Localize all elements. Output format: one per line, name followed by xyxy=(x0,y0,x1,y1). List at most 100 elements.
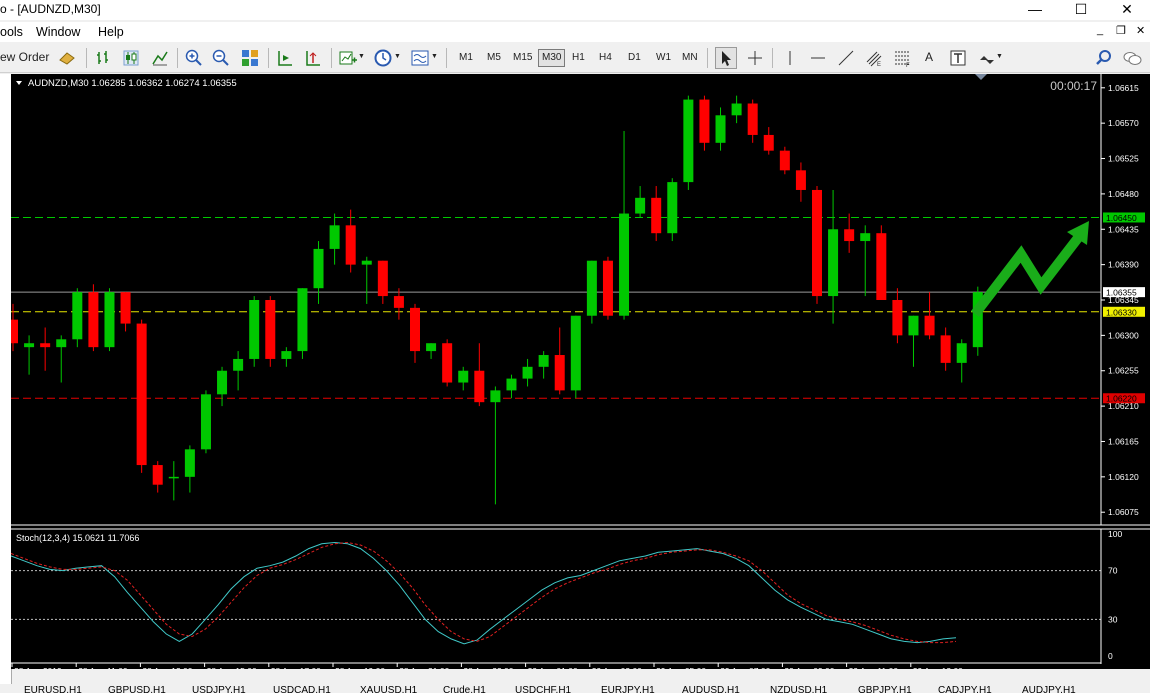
arrows-icon[interactable] xyxy=(976,48,996,68)
time-label: 28 Aug 17:00 xyxy=(271,666,321,669)
tab-eurjpy[interactable]: EURJPY,H1 xyxy=(601,685,655,693)
menu-help[interactable]: Help xyxy=(98,25,124,39)
line-chart-icon[interactable] xyxy=(150,48,170,68)
price-marker-label: 1.06450 xyxy=(1106,213,1137,223)
zoom-in-icon[interactable] xyxy=(184,48,204,68)
templates-dropdown-icon[interactable]: ▼ xyxy=(431,47,438,67)
chart-window[interactable]: 1.06615 1.06570 1.06525 1.06480 1.06435 1.063… xyxy=(8,74,1150,676)
timeframe-m15[interactable]: M15 xyxy=(510,50,535,66)
bull-candle xyxy=(361,260,372,265)
time-label: 28 Aug 19:00 xyxy=(335,666,385,669)
tab-crude[interactable]: Crude,H1 xyxy=(443,685,486,693)
text-tool-icon[interactable]: A xyxy=(922,47,936,67)
time-label: 29 Aug 13:00 xyxy=(913,666,963,669)
bull-candle xyxy=(56,339,67,348)
price-label: 1.06255 xyxy=(1108,366,1139,376)
timeframe-w1[interactable]: W1 xyxy=(653,50,674,66)
svg-text:E: E xyxy=(877,62,881,68)
timeframe-m5[interactable]: M5 xyxy=(484,50,504,66)
bull-candle xyxy=(828,229,839,297)
bull-candle xyxy=(667,182,678,234)
bar-chart-icon[interactable] xyxy=(94,48,114,68)
indicators-icon[interactable] xyxy=(338,48,358,68)
tab-cadjpy[interactable]: CADJPY,H1 xyxy=(938,685,992,693)
tile-windows-icon[interactable] xyxy=(240,48,260,68)
bull-candle xyxy=(249,300,260,359)
bull-candle xyxy=(956,343,967,363)
bear-candle xyxy=(763,134,774,151)
tab-eurusd[interactable]: EURUSD,H1 xyxy=(24,685,82,693)
new-order-button[interactable]: ew Order xyxy=(0,47,49,67)
menu-tools[interactable]: ools xyxy=(0,25,23,39)
bull-candle xyxy=(635,197,646,214)
search-icon[interactable] xyxy=(1094,48,1114,68)
bull-candle xyxy=(72,292,83,340)
autotrading-icon[interactable] xyxy=(57,48,77,68)
tab-nzdusd[interactable]: NZDUSD,H1 xyxy=(770,685,827,693)
bull-candle xyxy=(538,355,549,367)
auto-scroll-icon[interactable] xyxy=(275,48,295,68)
time-label: 29 Aug 01:00 xyxy=(528,666,578,669)
timeframe-h1[interactable]: H1 xyxy=(569,50,588,66)
price-label: 1.06300 xyxy=(1108,330,1139,340)
close-button[interactable]: ✕ xyxy=(1104,0,1150,20)
cursor-icon[interactable] xyxy=(715,47,737,69)
bull-candle xyxy=(426,343,437,352)
vertical-line-icon[interactable] xyxy=(780,48,800,68)
zoom-out-icon[interactable] xyxy=(211,48,231,68)
tab-xauusd[interactable]: XAUUSD,H1 xyxy=(360,685,417,693)
fibonacci-icon[interactable]: F xyxy=(892,48,912,68)
bear-candle xyxy=(40,343,51,348)
timeframe-mn[interactable]: MN xyxy=(679,50,701,66)
price-label: 1.06165 xyxy=(1108,436,1139,446)
bear-candle xyxy=(651,197,662,234)
horizontal-line-icon[interactable] xyxy=(808,48,828,68)
periods-dropdown-icon[interactable]: ▼ xyxy=(394,47,401,67)
bear-candle xyxy=(8,319,18,344)
tab-audusd[interactable]: AUDUSD,H1 xyxy=(682,685,740,693)
bull-candle xyxy=(217,370,228,395)
trendline-icon[interactable] xyxy=(836,48,856,68)
timeframe-m1[interactable]: M1 xyxy=(456,50,476,66)
crosshair-icon[interactable] xyxy=(745,48,765,68)
timeframe-m30[interactable]: M30 xyxy=(538,49,566,67)
chart-shift-icon[interactable] xyxy=(303,48,323,68)
mdi-minimize-icon[interactable]: _ xyxy=(1097,24,1103,36)
periods-clock-icon[interactable] xyxy=(373,48,393,68)
tab-usdcad[interactable]: USDCAD,H1 xyxy=(273,685,331,693)
candlestick-icon[interactable] xyxy=(121,48,141,68)
bull-candle xyxy=(908,315,919,336)
bear-candle xyxy=(554,355,565,391)
bear-candle xyxy=(924,315,935,336)
arrows-dropdown-icon[interactable]: ▼ xyxy=(996,47,1003,67)
minimize-button[interactable]: — xyxy=(1012,0,1058,20)
bear-candle xyxy=(795,170,806,190)
text-label-icon[interactable] xyxy=(948,48,968,68)
bull-candle xyxy=(522,366,533,379)
tab-gbpusd[interactable]: GBPUSD,H1 xyxy=(108,685,166,693)
templates-icon[interactable] xyxy=(410,48,430,68)
menu-window[interactable]: Window xyxy=(36,25,80,39)
bull-candle xyxy=(104,292,115,348)
chat-icon[interactable] xyxy=(1122,48,1142,68)
bull-candle xyxy=(586,260,597,316)
price-chart[interactable]: 1.06615 1.06570 1.06525 1.06480 1.06435 1.063… xyxy=(8,74,1150,676)
maximize-button[interactable]: ☐ xyxy=(1058,0,1104,20)
tab-audjpy[interactable]: AUDJPY,H1 xyxy=(1022,685,1076,693)
time-label: 29 Aug 09:00 xyxy=(784,666,834,669)
mdi-restore-icon[interactable]: ❐ xyxy=(1116,24,1126,37)
timeframe-h4[interactable]: H4 xyxy=(596,50,615,66)
bull-candle xyxy=(506,378,517,391)
bear-candle xyxy=(88,292,99,348)
stoch-level-label: 30 xyxy=(1108,614,1118,624)
bear-candle xyxy=(876,233,887,300)
equidistant-channel-icon[interactable]: E xyxy=(864,48,884,68)
mdi-close-icon[interactable]: ✕ xyxy=(1136,24,1145,37)
indicators-dropdown-icon[interactable]: ▼ xyxy=(358,47,365,67)
timeframe-d1[interactable]: D1 xyxy=(625,50,644,66)
tab-gbpjpy[interactable]: GBPJPY,H1 xyxy=(858,685,912,693)
tab-usdchf[interactable]: USDCHF,H1 xyxy=(515,685,571,693)
bull-candle xyxy=(860,233,871,242)
bear-candle xyxy=(410,307,420,352)
tab-usdjpy[interactable]: USDJPY,H1 xyxy=(192,685,246,693)
